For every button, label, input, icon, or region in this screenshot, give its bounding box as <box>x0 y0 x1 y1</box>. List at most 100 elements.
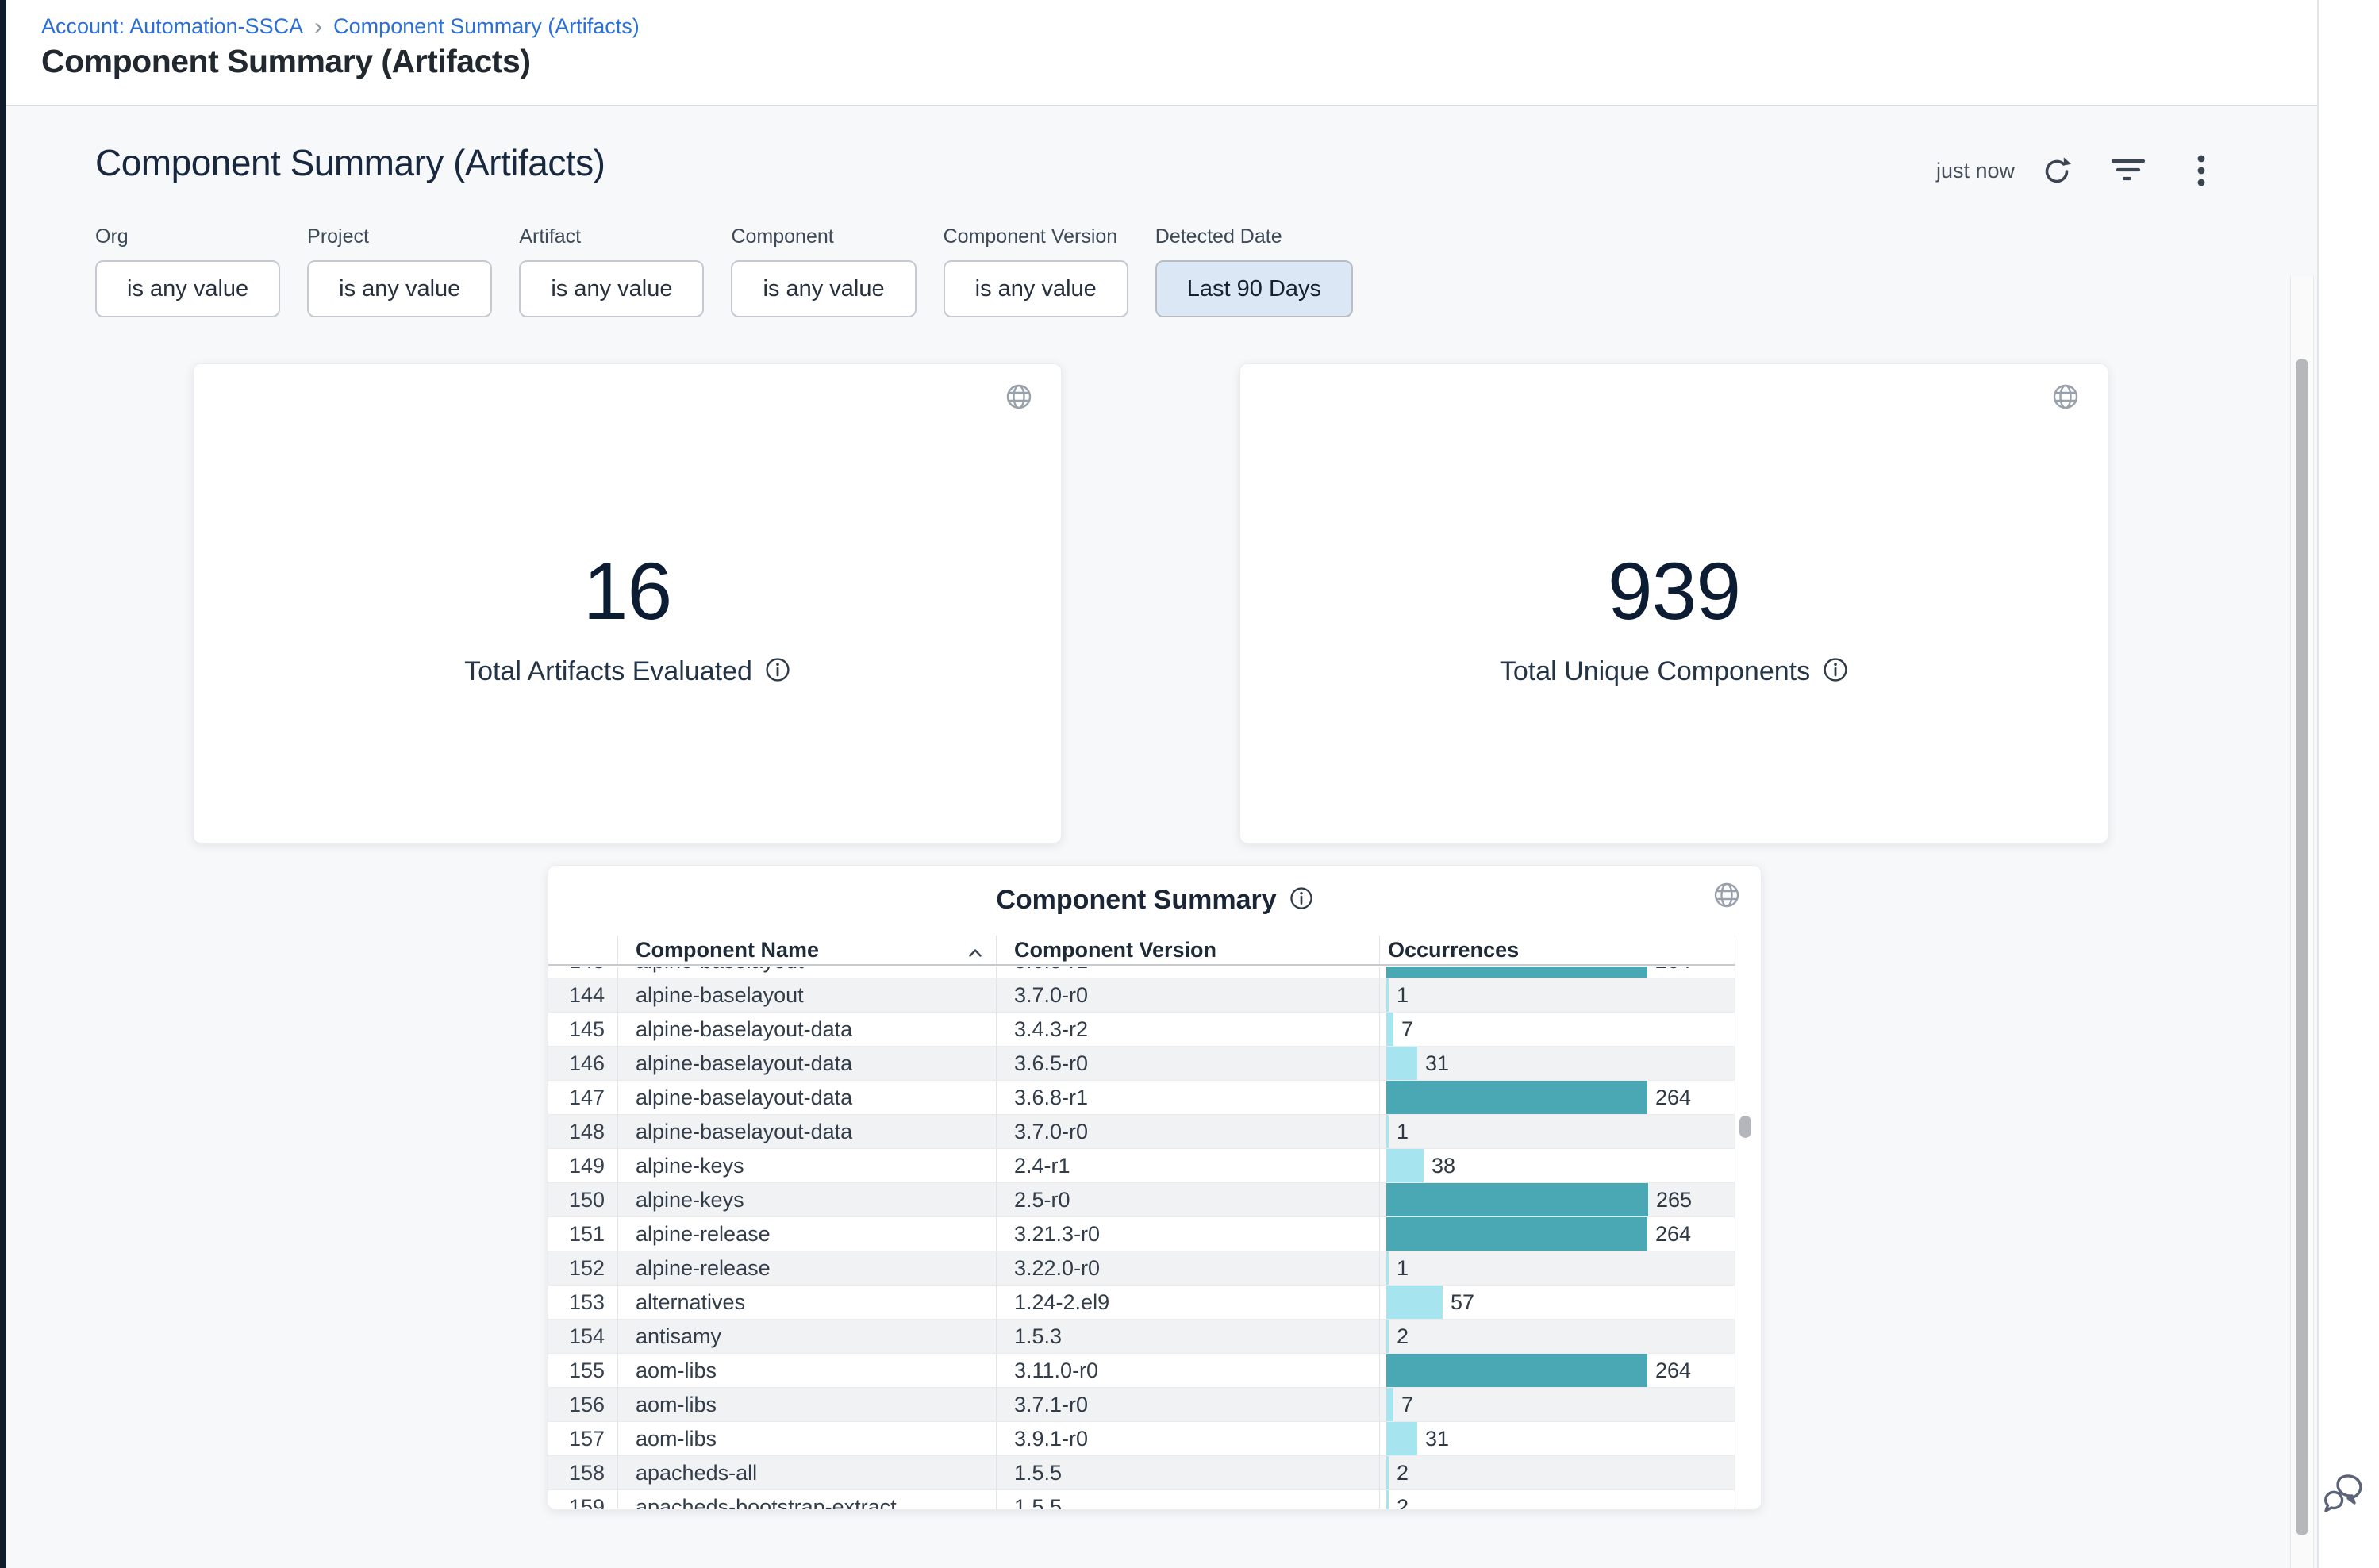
page-scrollbar-thumb[interactable] <box>2296 359 2308 1535</box>
filters-row: Orgis any valueProjectis any valueArtifa… <box>95 225 1353 317</box>
occurrences-cell: 2 <box>1380 1490 1735 1510</box>
globe-icon <box>2052 383 2079 414</box>
occurrences-value-label: 1 <box>1397 1256 1409 1281</box>
row-index-cell: 159 <box>548 1490 618 1510</box>
component-name-cell: alpine-baselayout <box>618 978 997 1012</box>
column-header-component-version[interactable]: Component Version <box>997 936 1380 964</box>
table-row: 156aom-libs3.7.1-r07 <box>548 1388 1735 1422</box>
component-version-cell: 1.5.3 <box>997 1320 1380 1353</box>
table-row: 155aom-libs3.11.0-r0264 <box>548 1354 1735 1388</box>
row-index-cell: 156 <box>548 1388 618 1421</box>
occurrences-cell: 7 <box>1380 1013 1735 1046</box>
filter-value-button[interactable]: is any value <box>731 260 916 317</box>
stat-value: 939 <box>1240 545 2108 638</box>
occurrences-value-label: 264 <box>1655 1086 1691 1110</box>
table-scrollbar-thumb[interactable] <box>1739 1116 1751 1138</box>
occurrences-value-label: 2 <box>1397 1461 1409 1485</box>
component-name-cell: alpine-baselayout-data <box>618 1013 997 1046</box>
occurrences-value-label: 38 <box>1432 1154 1455 1178</box>
occurrences-cell: 2 <box>1380 1456 1735 1489</box>
occurrences-value-label: 7 <box>1401 1393 1413 1417</box>
component-summary-table-card: Component Summary <box>548 865 1762 1510</box>
component-name-cell: aom-libs <box>618 1422 997 1455</box>
column-header-occurrences[interactable]: Occurrences <box>1380 936 1735 964</box>
occurrences-value-label: 264 <box>1655 1222 1691 1247</box>
dashboard-title: Component Summary (Artifacts) <box>95 141 605 184</box>
filter-group-component: Componentis any value <box>731 225 916 317</box>
component-version-cell: 3.6.8-r1 <box>997 967 1380 978</box>
occurrences-bar <box>1386 1013 1393 1046</box>
dashboard-filter-button[interactable] <box>2109 152 2147 190</box>
table-row: 145alpine-baselayout-data3.4.3-r2 7 <box>548 1013 1735 1047</box>
table-header-row: Component Name Component Version Occurre… <box>548 936 1735 966</box>
dashboard-content: Component Summary (Artifacts) just now <box>6 106 2317 1568</box>
row-index-cell: 154 <box>548 1320 618 1353</box>
breadcrumb-link-account[interactable]: Account: Automation-SSCA <box>41 14 303 39</box>
stat-label: Total Unique Components <box>1500 656 1810 687</box>
component-name-cell: alpine-keys <box>618 1183 997 1216</box>
row-index-cell: 143 <box>548 967 618 978</box>
row-index-cell: 153 <box>548 1286 618 1319</box>
component-version-cell: 3.6.5-r0 <box>997 1047 1380 1080</box>
occurrences-bar <box>1386 1422 1417 1455</box>
component-name-cell: alpine-release <box>618 1217 997 1251</box>
help-chat-button[interactable] <box>2322 1471 2369 1519</box>
filter-value-button[interactable]: is any value <box>944 260 1128 317</box>
stat-label: Total Artifacts Evaluated <box>464 656 752 687</box>
table-row: 152alpine-release3.22.0-r01 <box>548 1251 1735 1286</box>
component-name-cell: apacheds-all <box>618 1456 997 1489</box>
table-row: 149alpine-keys2.4-r138 <box>548 1149 1735 1183</box>
row-index-cell: 152 <box>548 1251 618 1285</box>
filter-value-button[interactable]: Last 90 Days <box>1155 260 1353 317</box>
filter-group-component-version: Component Version is any value <box>944 225 1128 317</box>
more-options-menu-button[interactable] <box>2182 152 2220 190</box>
occurrences-value-label: 7 <box>1401 1017 1413 1042</box>
table-row: 151alpine-release3.21.3-r0264 <box>548 1217 1735 1251</box>
filter-label: Artifact <box>519 225 704 248</box>
component-version-cell: 3.4.3-r2 <box>997 1013 1380 1046</box>
component-version-cell: 3.7.0-r0 <box>997 978 1380 1012</box>
occurrences-bar <box>1386 1354 1647 1387</box>
occurrences-bar <box>1386 1456 1389 1489</box>
occurrences-cell: 264 <box>1380 1217 1735 1251</box>
component-version-cell: 3.6.8-r1 <box>997 1081 1380 1114</box>
column-header-component-name[interactable]: Component Name <box>618 936 997 964</box>
refresh-button[interactable] <box>2038 152 2076 190</box>
sort-asc-icon <box>969 938 982 963</box>
occurrences-bar <box>1386 1115 1389 1148</box>
occurrences-value-label: 57 <box>1451 1290 1474 1315</box>
filter-label: Detected Date <box>1155 225 1353 248</box>
component-name-cell: alpine-baselayout-data <box>618 1081 997 1114</box>
filter-group-detected-date: Detected Date Last 90 Days <box>1155 225 1353 317</box>
occurrences-value-label: 265 <box>1656 1188 1692 1213</box>
component-version-cell: 3.7.1-r0 <box>997 1388 1380 1421</box>
occurrences-cell: 2 <box>1380 1320 1735 1353</box>
filter-value-button[interactable]: is any value <box>95 260 280 317</box>
occurrences-cell: 1 <box>1380 978 1735 1012</box>
occurrences-value-label: 264 <box>1655 1359 1691 1383</box>
breadcrumb-link-current[interactable]: Component Summary (Artifacts) <box>333 14 640 39</box>
table-row: 150alpine-keys2.5-r0265 <box>548 1183 1735 1217</box>
component-name-cell: alpine-release <box>618 1251 997 1285</box>
refresh-icon <box>2040 155 2073 188</box>
table-row: 148alpine-baselayout-data3.7.0-r01 <box>548 1115 1735 1149</box>
occurrences-cell: 264 <box>1380 967 1735 978</box>
filter-value-button[interactable]: is any value <box>519 260 704 317</box>
occurrences-bar <box>1386 1388 1393 1421</box>
table-body-scroll-area[interactable]: 143alpine-baselayout3.6.8-r1264144alpine… <box>548 967 1735 1510</box>
table-row: 146alpine-baselayout-data3.6.5-r031 <box>548 1047 1735 1081</box>
occurrences-value-label: 1 <box>1397 1120 1409 1144</box>
table-row: 157aom-libs3.9.1-r031 <box>548 1422 1735 1456</box>
table-row: 147alpine-baselayout-data3.6.8-r1264 <box>548 1081 1735 1115</box>
component-name-cell: alpine-keys <box>618 1149 997 1182</box>
filter-label: Component Version <box>944 225 1128 248</box>
row-index-cell: 148 <box>548 1115 618 1148</box>
filter-value-button[interactable]: is any value <box>307 260 492 317</box>
breadcrumb: Account: Automation-SSCA › Component Sum… <box>41 14 640 39</box>
component-version-cell: 1.5.5 <box>997 1456 1380 1489</box>
occurrences-bar <box>1386 1490 1389 1510</box>
filter-group-project: Projectis any value <box>307 225 492 317</box>
occurrences-value-label: 31 <box>1425 1427 1449 1451</box>
stat-value: 16 <box>194 545 1061 638</box>
row-index-cell: 145 <box>548 1013 618 1046</box>
